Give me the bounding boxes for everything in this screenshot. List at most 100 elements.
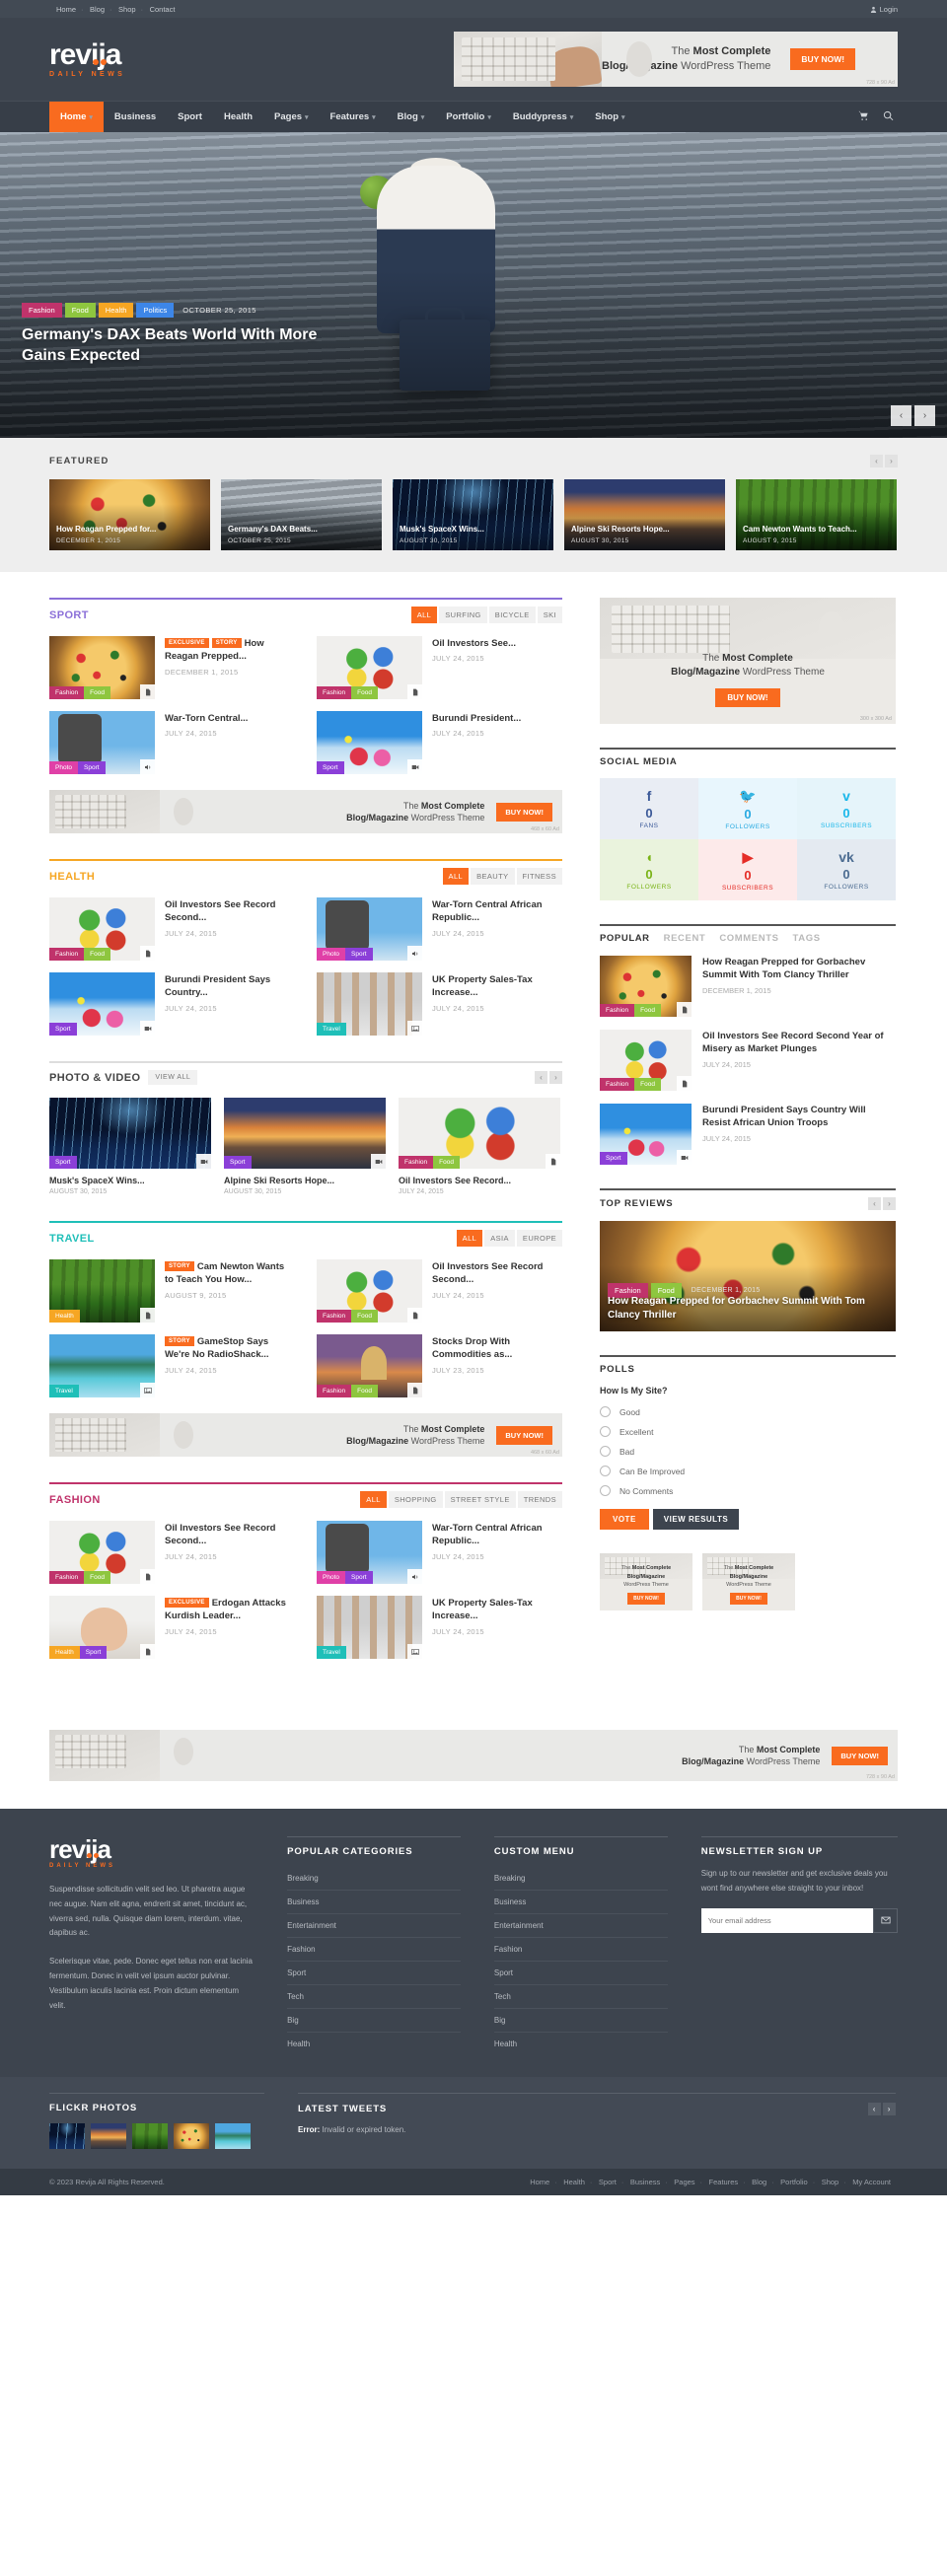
footer-list-item[interactable]: Business [287,1891,461,1914]
footer-list-item[interactable]: Health [494,2033,668,2055]
sp-category[interactable]: Sport [600,1152,627,1165]
featured-next-button[interactable]: › [885,455,898,467]
filter-surfing[interactable]: SURFING [439,607,487,623]
post-title[interactable]: UK Property Sales-Tax Increase... [432,973,562,1000]
main-nav-item-portfolio[interactable]: Portfolio ▾ [435,102,502,132]
pv-card[interactable]: Sport Alpine Ski Resorts Hope... AUGUST 30… [224,1098,386,1195]
footer-bottom-link-features[interactable]: Features [700,2178,746,2186]
footer-list-item[interactable]: Sport [287,1962,461,1985]
top-nav-item-contact[interactable]: Contact [141,5,182,14]
post-thumbnail[interactable]: Sport [49,972,155,1036]
filter-street-style[interactable]: STREET STYLE [444,1491,516,1508]
header-banner-ad[interactable]: The Most Complete Blog/Magazine WordPres… [454,32,898,87]
main-nav-link[interactable]: Buddypress ▾ [502,102,584,132]
filter-europe[interactable]: EUROPE [516,1230,562,1247]
sidebar-ad-buy-button[interactable]: BUY NOW! [715,688,780,707]
mini-ad-buy-button[interactable]: BUY NOW! [627,1593,665,1605]
footer-link[interactable]: Entertainment [493,1914,668,1938]
post-title[interactable]: Oil Investors See... [432,637,516,650]
post-item[interactable]: Fashion Food Oil Investors See... JULY 24, … [317,636,562,699]
sp-category[interactable]: Food [634,1004,661,1017]
main-nav-link[interactable]: Blog ▾ [387,102,436,132]
post-category-travel[interactable]: Travel [49,1385,79,1397]
tab-comments[interactable]: COMMENTS [719,933,778,944]
main-nav-link[interactable]: Pages ▾ [263,102,320,132]
sidebar-mini-ad[interactable]: The Most Complete Blog/Magazine WordPress… [702,1553,795,1610]
post-category-food[interactable]: Food [84,948,110,961]
hero-slider[interactable]: Fashion Food Health Politics OCTOBER 25, 201… [0,132,947,438]
post-item[interactable]: Travel UK Property Sales-Tax Increase... J… [317,1596,562,1659]
post-item[interactable]: Fashion Food EXCLUSIVE STORY How Reagan Prep… [49,636,295,699]
footer-bottom-link-home[interactable]: Home [523,2178,556,2186]
post-category-food[interactable]: Food [351,686,378,699]
footer-link[interactable]: Sport [493,1962,668,1985]
footer-link[interactable]: Fashion [287,1938,461,1962]
flickr-photo[interactable] [215,2123,251,2149]
tab-tags[interactable]: TAGS [793,933,821,944]
newsletter-submit-button[interactable] [873,1907,898,1933]
post-thumbnail[interactable]: Fashion Food [49,1521,155,1584]
main-nav-link[interactable]: Features ▾ [320,102,387,132]
footer-link[interactable]: Business [287,1891,461,1914]
radio-icon[interactable] [600,1446,611,1457]
pv-category[interactable]: Sport [224,1156,252,1169]
post-thumbnail[interactable]: Fashion Food [49,636,155,699]
sidebar-post-thumbnail[interactable]: Fashion Food [600,1030,692,1091]
filter-asia[interactable]: ASIA [484,1230,515,1247]
main-nav-item-pages[interactable]: Pages ▾ [263,102,320,132]
post-category-travel[interactable]: Travel [317,1023,346,1036]
pv-card[interactable]: Sport Musk's SpaceX Wins... AUGUST 30, 201… [49,1098,211,1195]
post-item[interactable]: Sport Burundi President... JULY 24, 2015 [317,711,562,774]
featured-card[interactable]: Cam Newton Wants to Teach... AUGUST 9, 20… [736,479,897,550]
post-thumbnail[interactable]: Travel [317,1596,422,1659]
radio-icon[interactable] [600,1485,611,1496]
post-item[interactable]: Fashion Food Oil Investors See Record Seco… [49,1521,295,1584]
sp-category[interactable]: Fashion [600,1078,635,1091]
post-thumbnail[interactable]: Travel [49,1334,155,1397]
poll-option[interactable]: No Comments [600,1485,896,1496]
view-results-button[interactable]: VIEW RESULTS [652,1509,740,1530]
filter-all[interactable]: ALL [410,607,438,623]
top-nav-item-shop[interactable]: Shop [109,5,143,14]
post-thumbnail[interactable]: Health [49,1259,155,1323]
flickr-photo[interactable] [49,2123,85,2149]
pv-next-button[interactable]: › [549,1071,562,1084]
top-reviews-next-button[interactable]: › [883,1197,896,1210]
featured-card[interactable]: How Reagan Prepped for... DECEMBER 1, 201… [49,479,210,550]
footer-list-item[interactable]: Breaking [493,1867,668,1891]
filter-ski[interactable]: SKI [537,607,562,623]
post-thumbnail[interactable]: Health Sport [49,1596,155,1659]
footer-link[interactable]: Breaking [493,1867,668,1891]
filter-shopping[interactable]: SHOPPING [388,1491,443,1508]
main-nav-item-features[interactable]: Features ▾ [320,102,387,132]
post-category-photo[interactable]: Photo [317,948,345,961]
post-category-sport[interactable]: Sport [317,761,344,774]
pv-category[interactable]: Sport [49,1156,77,1169]
footer-link[interactable]: Business [493,1891,668,1914]
filter-all[interactable]: ALL [442,868,470,885]
header-ad-buy-button[interactable]: BUY NOW! [790,48,856,70]
radio-icon[interactable] [600,1426,611,1437]
post-category-sport[interactable]: Sport [78,761,106,774]
pv-card[interactable]: Fashion Food Oil Investors See Record... JU… [399,1098,560,1195]
post-category-food[interactable]: Food [351,1385,378,1397]
flickr-photo[interactable] [174,2123,209,2149]
filter-trends[interactable]: TRENDS [517,1491,562,1508]
post-thumbnail[interactable]: Photo Sport [317,1521,422,1584]
pv-prev-button[interactable]: ‹ [535,1071,547,1084]
post-category-photo[interactable]: Photo [317,1571,345,1584]
post-category-fashion[interactable]: Fashion [317,1310,352,1323]
tab-recent[interactable]: RECENT [664,933,706,944]
post-category-fashion[interactable]: Fashion [317,1385,352,1397]
social-dribbble-tile[interactable]: ◖ 0 FOLLOWERS [600,839,698,900]
post-category-food[interactable]: Food [351,1310,378,1323]
inline-banner-ad[interactable]: The Most Complete Blog/Magazine WordPress… [49,790,562,833]
login-link[interactable]: Login [870,5,898,14]
filter-beauty[interactable]: BEAUTY [471,868,515,885]
tweets-next-button[interactable]: › [883,2103,896,2115]
inline-ad-buy-button[interactable]: BUY NOW! [496,1425,552,1445]
hero-category-food[interactable]: Food [64,302,96,318]
top-review-headline[interactable]: How Reagan Prepped for Gorbachev Summit … [608,1295,888,1323]
post-item[interactable]: Health Sport EXCLUSIVE Erdogan Attacks Kurd… [49,1596,295,1659]
footer-list-item[interactable]: Tech [287,1985,461,2009]
